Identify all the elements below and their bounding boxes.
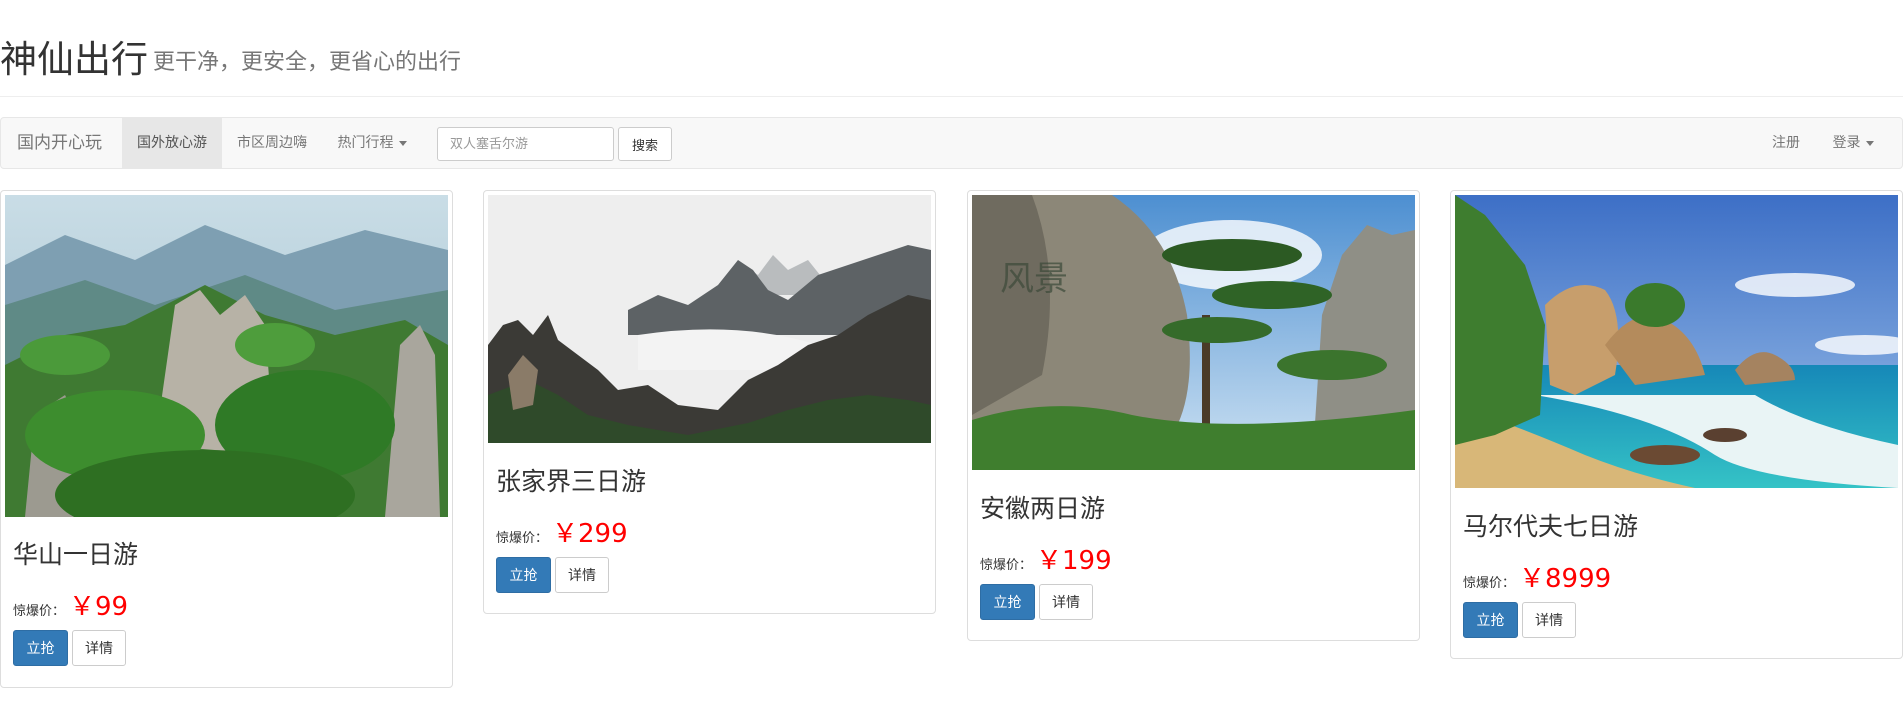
card-title: 马尔代夫七日游 — [1463, 512, 1639, 541]
nav-item-login-label: 登录 — [1832, 135, 1861, 151]
buy-button[interactable]: 立抢 — [13, 630, 68, 666]
card-title: 安徽两日游 — [980, 494, 1106, 523]
nav-item-nearby[interactable]: 市区周边嗨 — [222, 118, 322, 168]
nav-item-register[interactable]: 注册 — [1759, 118, 1813, 168]
price-value: ￥199 — [1036, 546, 1112, 576]
misty-peaks-photo — [488, 195, 931, 443]
card-title: 张家界三日游 — [496, 467, 647, 496]
caret-down-icon — [398, 140, 407, 146]
nav-item-overseas[interactable]: 国外放心游 — [122, 118, 222, 168]
buy-button[interactable]: 立抢 — [980, 584, 1035, 620]
card-title: 华山一日游 — [13, 540, 139, 569]
price-label: 惊爆价： — [1463, 576, 1516, 591]
detail-button[interactable]: 详情 — [1039, 584, 1093, 620]
price-row: 惊爆价： ￥8999 — [1463, 558, 1611, 594]
buy-button[interactable]: 立抢 — [1463, 602, 1518, 638]
search-button[interactable]: 搜索 — [618, 127, 672, 161]
trip-card: 马尔代夫七日游 惊爆价： ￥8999 立抢 详情 — [1450, 190, 1903, 659]
detail-button[interactable]: 详情 — [72, 630, 126, 666]
price-value: ￥299 — [552, 519, 628, 549]
price-row: 惊爆价： ￥299 — [496, 513, 628, 549]
buy-button[interactable]: 立抢 — [496, 557, 551, 593]
mountain-forest-photo — [5, 195, 448, 517]
nav-item-hot-trips[interactable]: 热门行程 — [322, 118, 422, 168]
svg-text:风景: 风景 — [1000, 259, 1068, 299]
price-label: 惊爆价： — [13, 604, 66, 619]
price-label: 惊爆价： — [980, 558, 1033, 573]
welcome-pine-rock-photo: 风景 — [972, 195, 1415, 470]
nav-brand-domestic[interactable]: 国内开心玩 — [17, 118, 102, 168]
nav-item-login[interactable]: 登录 — [1819, 118, 1887, 168]
caret-down-icon — [1865, 140, 1874, 146]
trip-card: 张家界三日游 惊爆价： ￥299 立抢 详情 — [483, 190, 936, 614]
trip-card: 华山一日游 惊爆价： ￥99 立抢 详情 — [0, 190, 453, 688]
navbar: 国内开心玩 国外放心游 市区周边嗨 热门行程 搜索 注册 登录 — [0, 117, 1903, 169]
nav-item-hot-trips-label: 热门行程 — [337, 135, 394, 151]
tropical-beach-photo — [1455, 195, 1898, 488]
price-value: ￥8999 — [1519, 564, 1612, 594]
detail-button[interactable]: 详情 — [1522, 602, 1576, 638]
trip-card: 风景 安徽两日游 惊爆价： ￥199 立抢 详情 — [967, 190, 1420, 641]
search-input[interactable] — [437, 127, 614, 161]
price-label: 惊爆价： — [496, 531, 549, 546]
price-row: 惊爆价： ￥99 — [13, 586, 128, 622]
page-header: 神仙出行 更干净，更安全，更省心的出行 — [0, 0, 1903, 97]
price-row: 惊爆价： ￥199 — [980, 540, 1112, 576]
site-brand: 神仙出行 — [0, 38, 148, 81]
site-slogan: 更干净，更安全，更省心的出行 — [153, 50, 462, 75]
price-value: ￥99 — [69, 592, 129, 622]
detail-button[interactable]: 详情 — [555, 557, 609, 593]
